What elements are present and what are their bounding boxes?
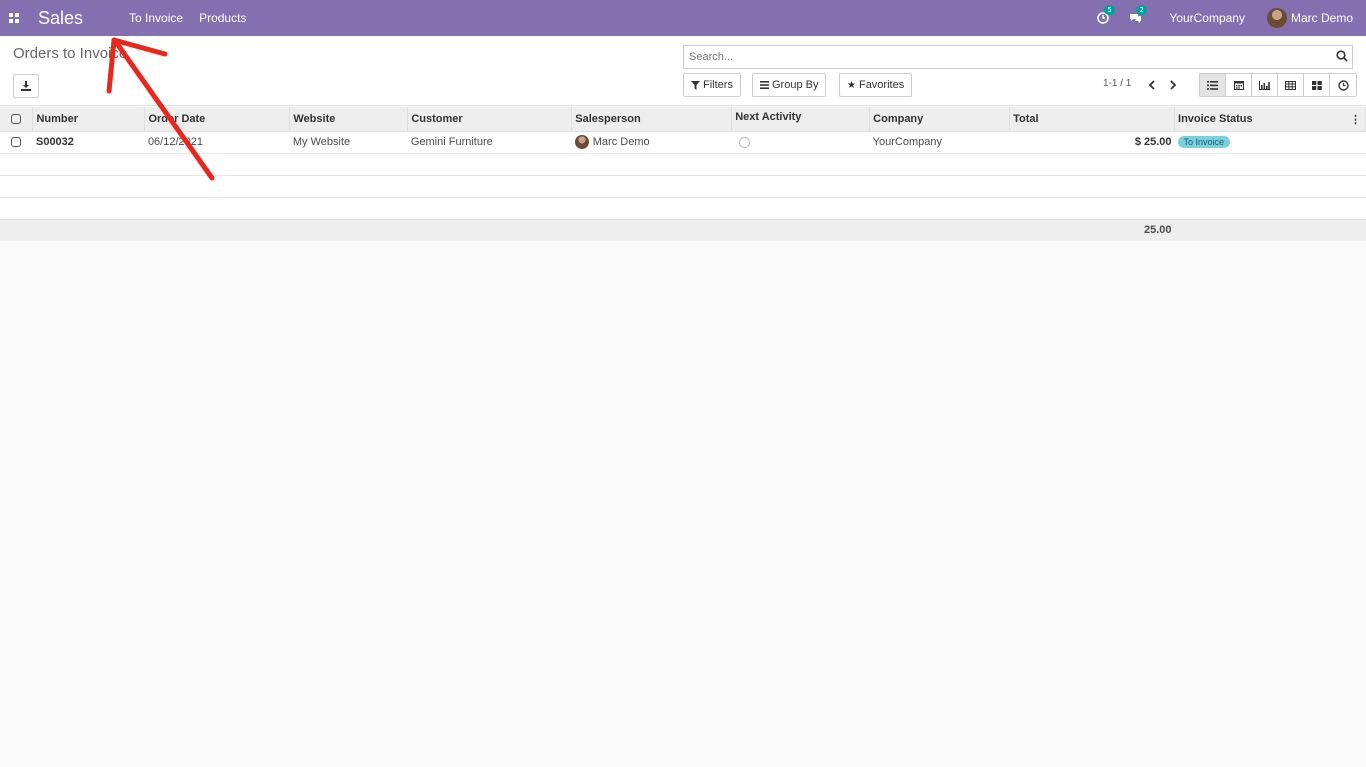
empty-row	[0, 197, 1366, 220]
export-button[interactable]	[13, 74, 39, 98]
table-row[interactable]: S00032 06/12/2021 My Website Gemini Furn…	[0, 131, 1366, 154]
footer-total: 25.00	[1009, 219, 1175, 241]
invoice-status-header-label: Invoice Status	[1178, 112, 1253, 125]
column-header-website[interactable]: Website	[289, 107, 409, 132]
avatar	[574, 135, 589, 149]
top-menu: To Invoice Products	[129, 11, 262, 25]
calendar-icon	[1233, 81, 1244, 90]
company-switcher[interactable]: YourCompany	[1169, 11, 1245, 25]
group-by-button[interactable]: Group By	[752, 73, 827, 97]
table-footer: 25.00	[0, 219, 1366, 241]
user-menu[interactable]: Marc Demo	[1266, 8, 1353, 28]
empty-row	[0, 153, 1366, 176]
apps-grid-icon	[8, 13, 19, 23]
search-box	[683, 45, 1353, 69]
chevron-right-icon	[1169, 80, 1176, 90]
user-name: Marc Demo	[1290, 11, 1353, 25]
graph-view-button[interactable]	[1252, 74, 1278, 96]
order-date: 06/12/2021	[144, 131, 290, 154]
pager-next-button[interactable]	[1166, 77, 1180, 93]
kanban-view-button[interactable]	[1304, 74, 1330, 96]
avatar	[1266, 8, 1287, 28]
website: My Website	[289, 131, 408, 154]
column-header-number[interactable]: Number	[32, 107, 146, 132]
salesperson-name: Marc Demo	[592, 135, 650, 148]
next-activity-cell	[731, 131, 870, 154]
download-icon	[21, 81, 31, 91]
orders-table: Number Order Date Website Customer Sales…	[0, 107, 1366, 241]
favorites-button[interactable]: ★ Favorites	[839, 73, 913, 97]
star-icon: ★	[847, 79, 856, 91]
menu-item-products[interactable]: Products	[199, 11, 246, 25]
pager-previous-button[interactable]	[1144, 77, 1158, 93]
group-by-label: Group By	[772, 79, 819, 91]
column-header-total[interactable]: Total	[1009, 107, 1176, 132]
column-header-customer[interactable]: Customer	[407, 107, 573, 132]
control-panel: Orders to Invoice Filters Group By ★ Fav…	[0, 36, 1366, 106]
menu-item-to-invoice[interactable]: To Invoice	[129, 11, 183, 25]
optional-columns-icon[interactable]: ⋮	[1350, 113, 1361, 126]
calendar-view-button[interactable]	[1226, 74, 1252, 96]
invoice-status-cell: To Invoice	[1174, 131, 1366, 154]
list-icon	[1207, 80, 1218, 90]
filters-button[interactable]: Filters	[683, 73, 741, 97]
select-all-cell	[0, 107, 34, 132]
bar-chart-icon	[1259, 80, 1270, 90]
favorites-label: Favorites	[858, 79, 905, 91]
column-header-company[interactable]: Company	[869, 107, 1011, 132]
column-header-next-activity[interactable]: Next Activity	[731, 107, 871, 132]
clock-icon	[1337, 79, 1349, 91]
row-checkbox[interactable]	[11, 137, 22, 148]
customer: Gemini Furniture	[407, 131, 572, 154]
status-badge: To Invoice	[1177, 136, 1231, 148]
kanban-icon	[1311, 80, 1322, 90]
column-header-order-date[interactable]: Order Date	[144, 107, 291, 132]
table-header: Number Order Date Website Customer Sales…	[0, 107, 1366, 132]
systray: 5 2 YourCompany Marc Demo	[1095, 0, 1366, 36]
order-total: $ 25.00	[1009, 131, 1175, 154]
select-all-checkbox[interactable]	[11, 113, 22, 124]
search-icon[interactable]	[1336, 50, 1348, 62]
bars-icon	[760, 81, 769, 89]
messages-button[interactable]: 2	[1127, 5, 1147, 26]
filters-label: Filters	[703, 79, 733, 91]
pager-value[interactable]: 1-1 / 1	[1103, 78, 1131, 89]
company: YourCompany	[869, 131, 1010, 154]
row-select-cell	[0, 131, 33, 154]
chevron-left-icon	[1148, 80, 1155, 90]
view-switcher	[1199, 73, 1357, 97]
table-icon	[1285, 80, 1296, 90]
order-number: S00032	[32, 131, 145, 154]
empty-row	[0, 175, 1366, 198]
messages-count-badge: 2	[1136, 5, 1147, 15]
activity-button[interactable]: 5	[1095, 5, 1115, 26]
pivot-view-button[interactable]	[1278, 74, 1304, 96]
filter-icon	[691, 80, 700, 90]
breadcrumb: Orders to Invoice	[13, 45, 128, 62]
column-header-invoice-status[interactable]: Invoice Status ⋮	[1174, 107, 1366, 132]
list-view-button[interactable]	[1200, 74, 1226, 96]
salesperson-cell: Marc Demo	[571, 131, 732, 154]
search-input[interactable]	[684, 47, 1324, 67]
top-navbar: Sales To Invoice Products 5 2 YourCompan…	[0, 0, 1366, 36]
activity-view-button[interactable]	[1330, 74, 1356, 96]
activity-count-badge: 5	[1104, 5, 1115, 15]
app-title[interactable]: Sales	[38, 8, 83, 29]
activity-clock-icon[interactable]	[738, 136, 750, 148]
column-header-salesperson[interactable]: Salesperson	[571, 107, 733, 132]
apps-menu-button[interactable]	[0, 0, 26, 36]
